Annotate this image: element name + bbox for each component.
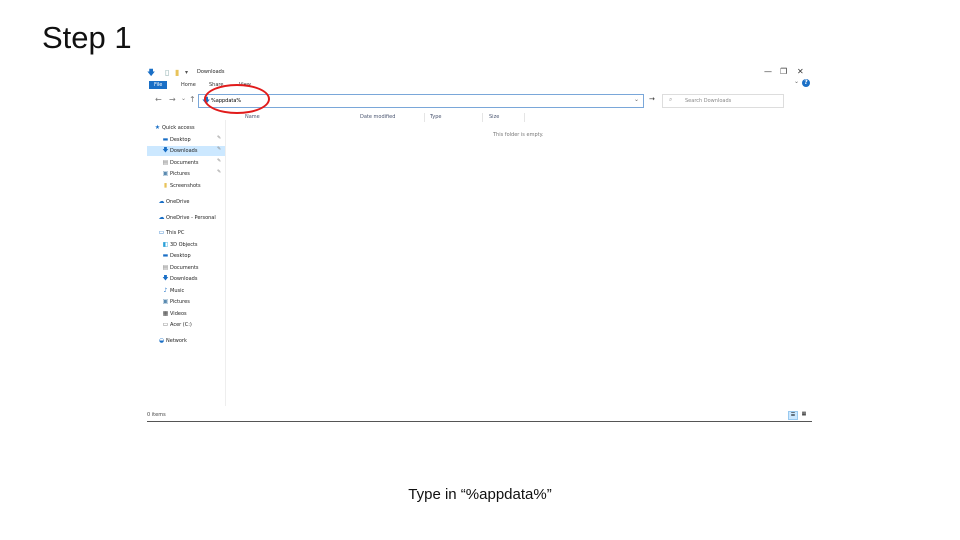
nav-documents[interactable]: ▤ Documents xyxy=(161,158,199,168)
file-explorer-window: 🡇 ▯ ▮ ▾ Downloads — ❐ ✕ File Home Share … xyxy=(147,66,812,423)
navigation-pane: ★ Quick access ▬ Desktop ✎ 🡇Downloads ✎ ▤ D… xyxy=(147,120,226,406)
address-dropdown-icon[interactable]: ⌄ xyxy=(634,96,639,103)
network-icon: ◒ xyxy=(158,337,165,344)
nav-videos[interactable]: ▦ Videos xyxy=(161,309,187,319)
nav-screenshots[interactable]: ▮ Screenshots xyxy=(161,181,201,191)
nav-downloads[interactable]: 🡇Downloads xyxy=(147,146,225,156)
download-arrow-icon: 🡇 xyxy=(162,275,169,282)
pin-icon[interactable]: ✎ xyxy=(217,135,221,141)
folder-icon: ▮ xyxy=(163,182,168,189)
film-icon: ▦ xyxy=(162,310,169,317)
download-arrow-icon: 🡇 xyxy=(147,68,156,77)
new-folder-icon[interactable]: ▮ xyxy=(175,68,179,77)
slide-caption: Type in “%appdata%” xyxy=(408,486,552,503)
nav-label: Music xyxy=(170,288,185,294)
column-divider[interactable] xyxy=(482,113,483,122)
nav-label: 3D Objects xyxy=(170,242,198,248)
nav-label: Documents xyxy=(170,265,199,271)
nav-label: Network xyxy=(166,338,187,344)
nav-label: Acer (C:) xyxy=(170,322,192,328)
cloud-icon: ☁ xyxy=(158,198,165,205)
cube-icon: ◧ xyxy=(162,241,169,248)
nav-pc-documents[interactable]: ▤ Documents xyxy=(161,263,199,273)
tab-home[interactable]: Home xyxy=(177,81,200,89)
nav-desktop[interactable]: ▬ Desktop xyxy=(161,135,191,145)
column-divider[interactable] xyxy=(424,113,425,122)
nav-label: Videos xyxy=(170,311,187,317)
back-arrow-icon[interactable]: ← xyxy=(155,95,162,104)
nav-quick-access[interactable]: ★ Quick access xyxy=(153,123,195,133)
nav-network[interactable]: ◒ Network xyxy=(157,336,187,346)
pin-icon[interactable]: ✎ xyxy=(217,169,221,175)
computer-icon: ▭ xyxy=(158,229,165,236)
chevron-down-icon[interactable]: ⌄ xyxy=(794,78,799,85)
nav-label: Pictures xyxy=(170,171,190,177)
search-icon: ⌕ xyxy=(669,96,673,103)
properties-icon[interactable]: ▯ xyxy=(165,68,169,77)
document-icon: ▤ xyxy=(162,264,169,271)
nav-this-pc[interactable]: ▭ This PC xyxy=(157,228,185,238)
nav-drive-c[interactable]: ▭ Acer (C:) xyxy=(161,320,192,330)
item-count: 0 items xyxy=(147,412,166,418)
pin-icon[interactable]: ✎ xyxy=(217,146,221,152)
nav-pictures[interactable]: ▣ Pictures xyxy=(161,169,190,179)
forward-arrow-icon[interactable]: → xyxy=(169,95,176,104)
nav-label: OneDrive xyxy=(166,199,190,205)
recent-locations-icon[interactable]: ⌄ xyxy=(181,95,186,102)
download-arrow-icon: 🡇 xyxy=(162,147,169,154)
search-input[interactable] xyxy=(685,95,775,107)
column-date-modified[interactable]: Date modified xyxy=(360,114,395,120)
nav-pc-downloads[interactable]: 🡇Downloads xyxy=(161,274,197,284)
column-type[interactable]: Type xyxy=(430,114,441,120)
nav-label: Desktop xyxy=(170,137,191,143)
picture-icon: ▣ xyxy=(162,170,169,177)
nav-pc-pictures[interactable]: ▣ Pictures xyxy=(161,297,190,307)
empty-folder-message: This folder is empty. xyxy=(493,132,544,138)
nav-label: This PC xyxy=(166,230,185,236)
desktop-icon: ▬ xyxy=(162,252,169,259)
search-box[interactable]: ⌕ xyxy=(662,94,784,108)
nav-label: Pictures xyxy=(170,299,190,305)
column-name[interactable]: Name xyxy=(245,114,260,120)
picture-icon: ▣ xyxy=(162,298,169,305)
go-arrow-icon[interactable]: → xyxy=(649,95,655,103)
nav-label: Documents xyxy=(170,160,199,166)
drive-icon: ▭ xyxy=(162,321,169,328)
minimize-button[interactable]: — xyxy=(764,67,772,76)
close-button[interactable]: ✕ xyxy=(797,67,804,76)
cloud-icon: ☁ xyxy=(158,214,165,221)
column-divider[interactable] xyxy=(524,113,525,122)
nav-onedrive-personal[interactable]: ☁ OneDrive - Personal xyxy=(157,213,216,223)
help-icon[interactable]: ? xyxy=(802,79,810,87)
music-icon: ♪ xyxy=(163,287,168,294)
up-arrow-icon[interactable]: ↑ xyxy=(189,95,196,104)
desktop-icon: ▬ xyxy=(162,136,169,143)
maximize-button[interactable]: ❐ xyxy=(780,67,787,76)
customize-toolbar-icon[interactable]: ▾ xyxy=(185,68,188,77)
nav-label: Screenshots xyxy=(170,183,201,189)
tab-file[interactable]: File xyxy=(149,81,168,89)
nav-3d-objects[interactable]: ◧ 3D Objects xyxy=(161,240,198,250)
pin-icon[interactable]: ✎ xyxy=(217,158,221,164)
nav-label: OneDrive - Personal xyxy=(166,215,216,221)
nav-label: Desktop xyxy=(170,253,191,259)
title-bar: 🡇 ▯ ▮ ▾ Downloads — ❐ ✕ xyxy=(147,66,812,80)
slide-title: Step 1 xyxy=(42,20,132,55)
address-input[interactable] xyxy=(211,95,611,107)
nav-label: Downloads xyxy=(170,276,198,282)
nav-onedrive[interactable]: ☁ OneDrive xyxy=(157,197,190,207)
window-title: Downloads xyxy=(197,69,225,75)
document-icon: ▤ xyxy=(162,159,169,166)
large-icons-view-icon[interactable]: ▦ xyxy=(800,411,808,418)
details-view-icon[interactable]: ☰ xyxy=(788,411,798,420)
nav-label: Downloads xyxy=(170,148,198,154)
highlight-circle xyxy=(204,84,270,114)
star-icon: ★ xyxy=(154,124,161,131)
window-bottom-border xyxy=(147,421,812,422)
nav-music[interactable]: ♪ Music xyxy=(161,286,185,296)
nav-label: Quick access xyxy=(162,125,195,131)
nav-pc-desktop[interactable]: ▬ Desktop xyxy=(161,251,191,261)
column-size[interactable]: Size xyxy=(489,114,499,120)
